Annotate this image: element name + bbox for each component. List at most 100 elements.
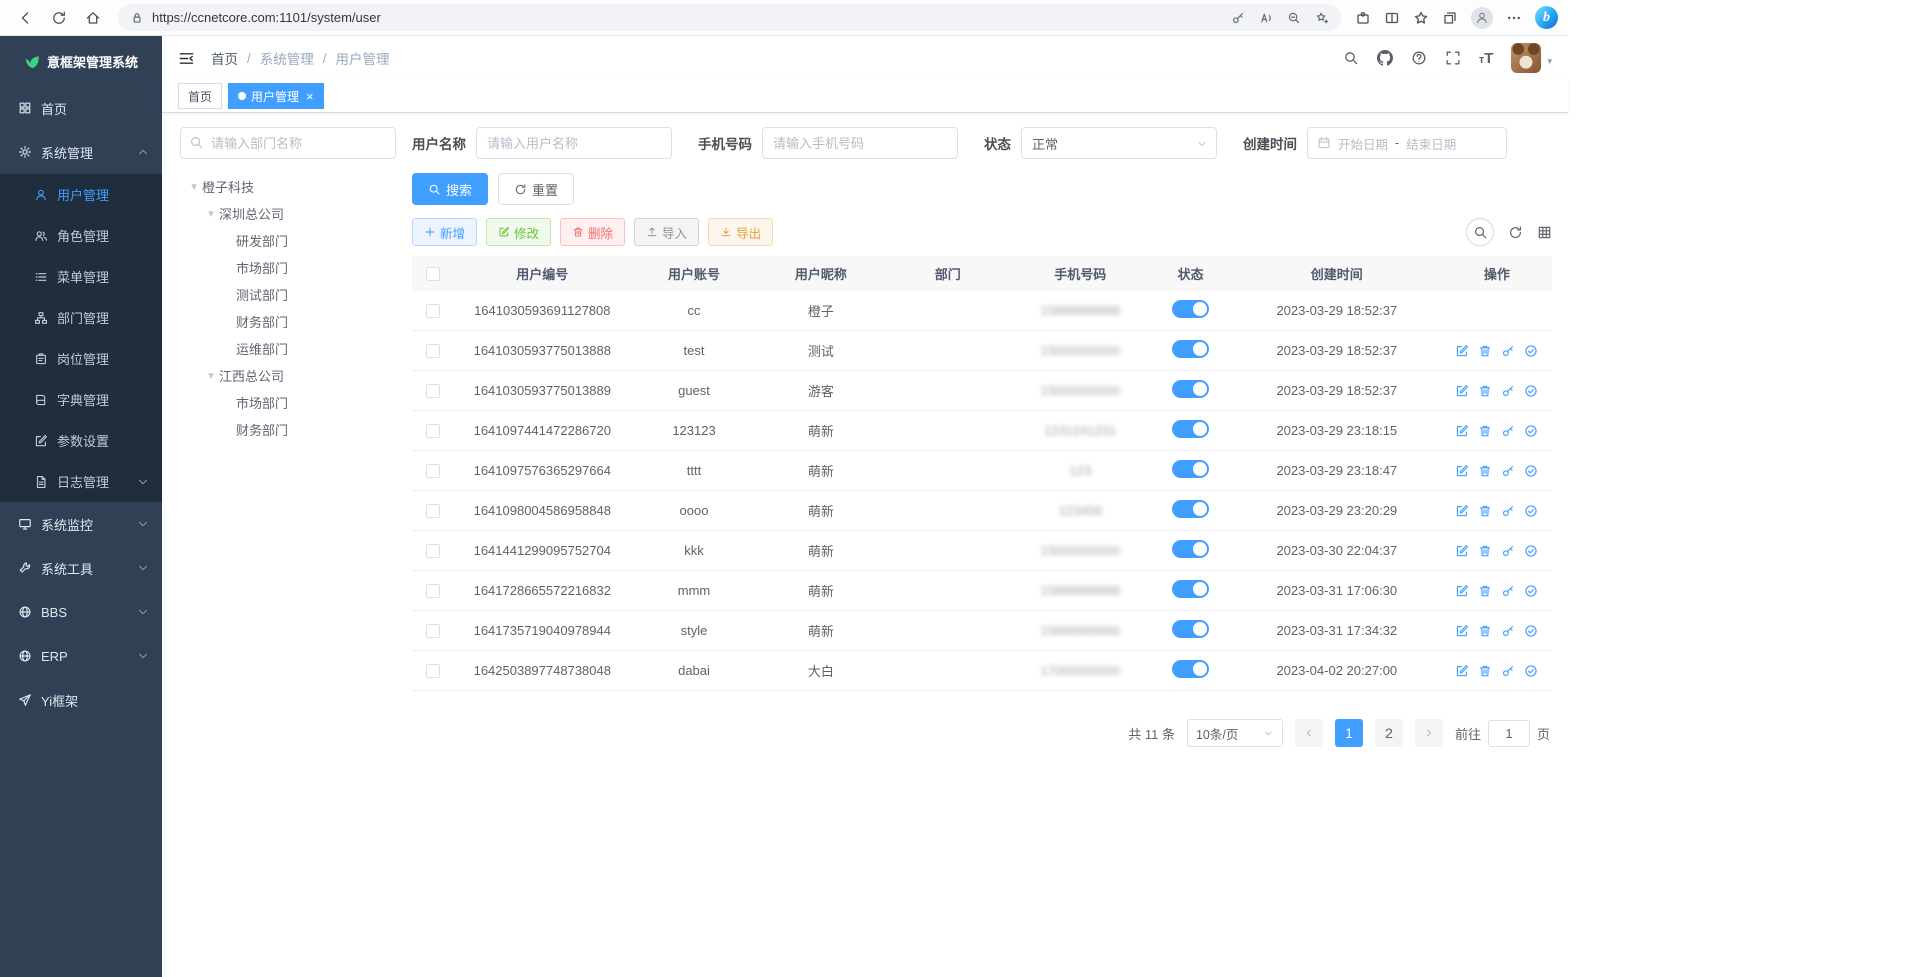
sidebar-item-bbs[interactable]: BBS <box>0 590 162 634</box>
page-size-select[interactable]: 10条/页 <box>1187 719 1283 747</box>
assign-role-icon[interactable] <box>1524 584 1538 598</box>
reset-password-icon[interactable] <box>1501 624 1515 638</box>
assign-role-icon[interactable] <box>1524 664 1538 678</box>
reset-password-icon[interactable] <box>1501 504 1515 518</box>
reset-password-icon[interactable] <box>1501 344 1515 358</box>
status-toggle[interactable] <box>1172 460 1209 478</box>
status-select[interactable]: 正常 <box>1021 127 1217 159</box>
tree-node[interactable]: ▾ 财务部门 <box>180 416 396 443</box>
breadcrumb-system[interactable]: 系统管理 <box>260 48 314 68</box>
delete-icon[interactable] <box>1478 424 1492 438</box>
browser-refresh-button[interactable] <box>44 4 74 32</box>
tree-node[interactable]: ▾ 深圳总公司 <box>180 200 396 227</box>
username-input[interactable] <box>476 127 672 159</box>
password-key-icon[interactable] <box>1231 11 1245 25</box>
app-logo[interactable]: 意框架管理系统 <box>0 36 162 86</box>
sidebar-item-role-management[interactable]: 角色管理 <box>0 215 162 256</box>
status-toggle[interactable] <box>1172 340 1209 358</box>
phone-input[interactable] <box>762 127 958 159</box>
sidebar-item-dict-management[interactable]: 字典管理 <box>0 379 162 420</box>
sidebar-fold-icon[interactable] <box>178 50 195 67</box>
sidebar-item-system-tools[interactable]: 系统工具 <box>0 546 162 590</box>
reset-button[interactable]: 重置 <box>498 173 574 205</box>
browser-back-button[interactable] <box>10 4 40 32</box>
assign-role-icon[interactable] <box>1524 384 1538 398</box>
date-range-picker[interactable]: 开始日期 - 结束日期 <box>1307 127 1507 159</box>
collections-icon[interactable] <box>1442 10 1458 26</box>
assign-role-icon[interactable] <box>1524 624 1538 638</box>
reset-password-icon[interactable] <box>1501 464 1515 478</box>
delete-icon[interactable] <box>1478 584 1492 598</box>
reset-password-icon[interactable] <box>1501 384 1515 398</box>
next-page-button[interactable]: › <box>1415 719 1443 747</box>
browser-profile-avatar[interactable] <box>1471 7 1493 29</box>
help-icon[interactable] <box>1411 50 1427 66</box>
browser-menu-icon[interactable] <box>1506 10 1522 26</box>
reset-password-icon[interactable] <box>1501 544 1515 558</box>
sidebar-item-system-management[interactable]: 系统管理 <box>0 130 162 174</box>
tree-node[interactable]: ▾ 市场部门 <box>180 254 396 281</box>
edit-icon[interactable] <box>1455 504 1469 518</box>
tree-node[interactable]: ▾ 运维部门 <box>180 335 396 362</box>
address-bar[interactable]: https://ccnetcore.com:1101/system/user <box>118 4 1341 31</box>
url-text[interactable]: https://ccnetcore.com:1101/system/user <box>152 10 381 25</box>
refresh-table-icon[interactable] <box>1508 225 1523 240</box>
row-checkbox[interactable] <box>426 344 440 358</box>
status-toggle[interactable] <box>1172 500 1209 518</box>
row-checkbox[interactable] <box>426 304 440 318</box>
assign-role-icon[interactable] <box>1524 544 1538 558</box>
edit-icon[interactable] <box>1455 584 1469 598</box>
delete-icon[interactable] <box>1478 624 1492 638</box>
delete-icon[interactable] <box>1478 664 1492 678</box>
tree-node[interactable]: ▾ 研发部门 <box>180 227 396 254</box>
edit-button[interactable]: 修改 <box>486 218 551 246</box>
status-toggle[interactable] <box>1172 540 1209 558</box>
font-size-icon[interactable]: тT <box>1479 51 1494 66</box>
edit-icon[interactable] <box>1455 344 1469 358</box>
search-button[interactable]: 搜索 <box>412 173 488 205</box>
status-toggle[interactable] <box>1172 620 1209 638</box>
reset-password-icon[interactable] <box>1501 584 1515 598</box>
toggle-search-button[interactable] <box>1466 218 1494 246</box>
avatar-caret-icon[interactable]: ▾ <box>1547 56 1552 67</box>
sidebar-item-yi-framework[interactable]: Yi框架 <box>0 678 162 722</box>
edit-icon[interactable] <box>1455 384 1469 398</box>
assign-role-icon[interactable] <box>1524 504 1538 518</box>
edit-icon[interactable] <box>1455 464 1469 478</box>
tree-node[interactable]: ▾ 橙子科技 <box>180 173 396 200</box>
row-checkbox[interactable] <box>426 464 440 478</box>
status-toggle[interactable] <box>1172 660 1209 678</box>
page-button-2[interactable]: 2 <box>1375 719 1403 747</box>
goto-page-input[interactable] <box>1488 720 1530 747</box>
delete-icon[interactable] <box>1478 544 1492 558</box>
tree-node[interactable]: ▾ 财务部门 <box>180 308 396 335</box>
reset-password-icon[interactable] <box>1501 424 1515 438</box>
sidebar-item-erp[interactable]: ERP <box>0 634 162 678</box>
breadcrumb-home[interactable]: 首页 <box>211 48 238 68</box>
favorites-icon[interactable] <box>1413 10 1429 26</box>
delete-icon[interactable] <box>1478 384 1492 398</box>
extensions-icon[interactable] <box>1355 10 1371 26</box>
delete-icon[interactable] <box>1478 464 1492 478</box>
row-checkbox[interactable] <box>426 504 440 518</box>
edit-icon[interactable] <box>1455 424 1469 438</box>
add-favorite-icon[interactable] <box>1315 11 1329 25</box>
sidebar-item-system-monitor[interactable]: 系统监控 <box>0 502 162 546</box>
tree-node[interactable]: ▾ 测试部门 <box>180 281 396 308</box>
sidebar-item-param-settings[interactable]: 参数设置 <box>0 420 162 461</box>
delete-icon[interactable] <box>1478 344 1492 358</box>
github-icon[interactable] <box>1377 50 1393 66</box>
user-avatar[interactable] <box>1511 43 1541 73</box>
row-checkbox[interactable] <box>426 544 440 558</box>
row-checkbox[interactable] <box>426 424 440 438</box>
assign-role-icon[interactable] <box>1524 424 1538 438</box>
status-toggle[interactable] <box>1172 420 1209 438</box>
column-settings-icon[interactable] <box>1537 225 1552 240</box>
page-button-1[interactable]: 1 <box>1335 719 1363 747</box>
delete-button[interactable]: 删除 <box>560 218 625 246</box>
edit-icon[interactable] <box>1455 664 1469 678</box>
dept-search-input[interactable] <box>180 127 396 159</box>
import-button[interactable]: 导入 <box>634 218 699 246</box>
tab-home[interactable]: 首页 <box>178 83 222 109</box>
sidebar-item-user-management[interactable]: 用户管理 <box>0 174 162 215</box>
